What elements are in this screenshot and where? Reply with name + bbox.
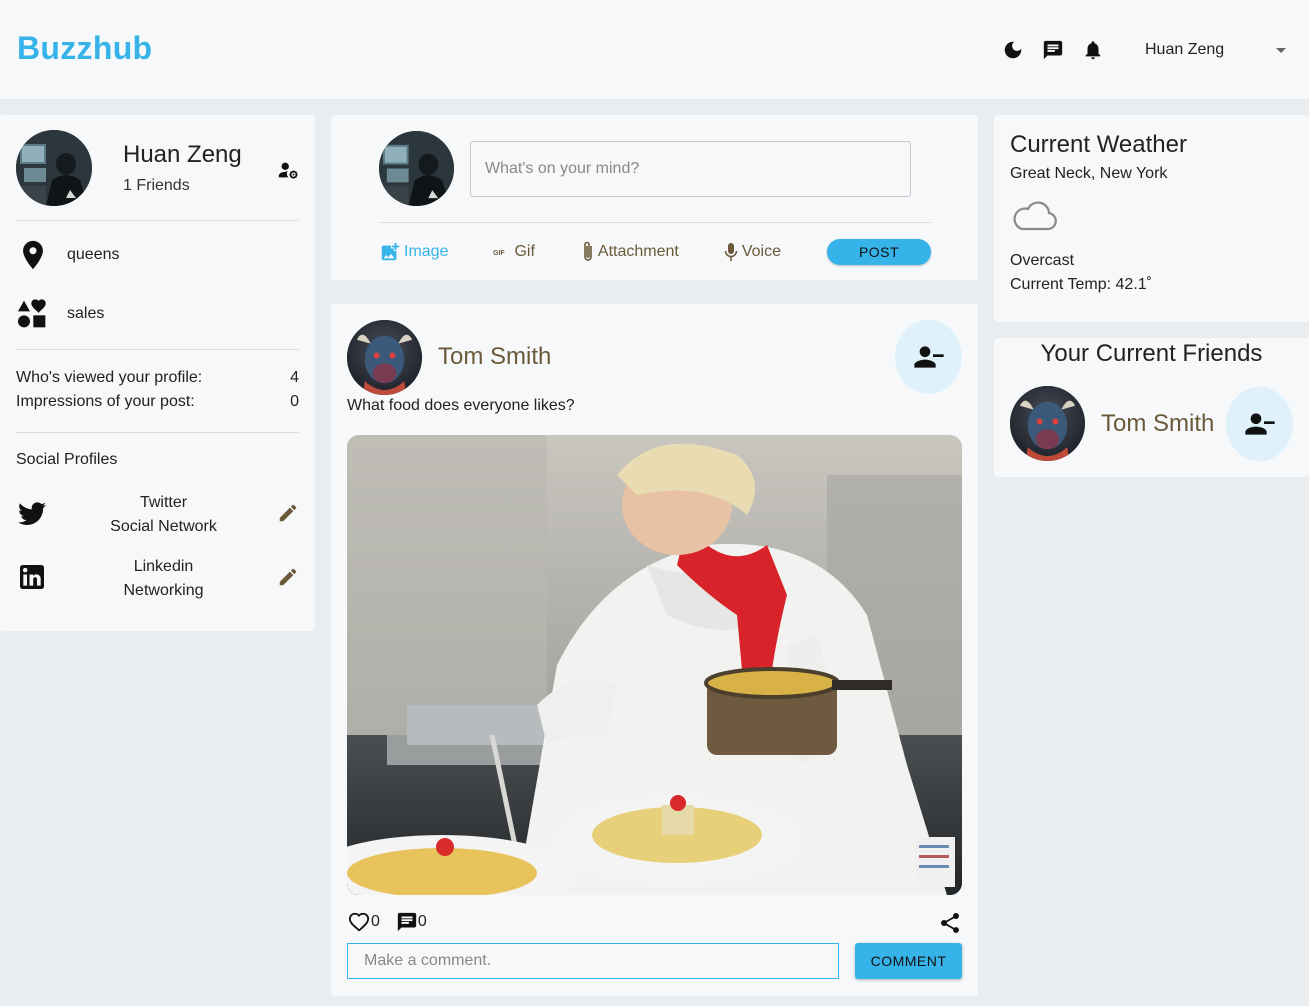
app-logo[interactable]: Buzzhub — [17, 30, 152, 67]
profile-header: Huan Zeng 1 Friends — [16, 115, 299, 221]
stat-profile-views: Who's viewed your profile: 4 — [16, 366, 299, 390]
compose-card: What's on your mind? Image GIF Gif Attac… — [331, 115, 978, 280]
attachment-icon — [584, 241, 592, 261]
social-twitter-name: Twitter — [139, 494, 188, 511]
notifications-icon[interactable] — [1073, 30, 1113, 70]
like-count: 0 — [371, 913, 380, 930]
image-action[interactable]: Image — [379, 241, 448, 263]
profile-friend-count: 1 Friends — [123, 176, 190, 194]
profile-card: Huan Zeng 1 Friends queens sales Who's v… — [0, 115, 315, 631]
weather-location: Great Neck, New York — [1010, 165, 1168, 182]
profile-details: queens sales — [16, 221, 299, 343]
manage-accounts-icon[interactable] — [277, 159, 299, 186]
stat-impressions-value: 0 — [290, 393, 299, 410]
compose-divider — [379, 222, 931, 223]
user-select-name: Huan Zeng — [1145, 40, 1225, 58]
location-row: queens — [16, 225, 299, 284]
friend-remove-button[interactable] — [1226, 387, 1293, 461]
social-linkedin-row: Linkedin Networking — [16, 547, 299, 611]
post-card: Tom Smith What food does everyone likes? — [331, 304, 978, 996]
post-text: What food does everyone likes? — [347, 397, 575, 414]
friend-name[interactable]: Tom Smith — [1101, 410, 1214, 438]
gif-action-label: Gif — [514, 243, 535, 260]
comment-count-icon[interactable] — [396, 911, 418, 933]
comment-count: 0 — [417, 913, 427, 930]
edit-twitter-icon[interactable] — [277, 502, 299, 529]
svg-text:GIF: GIF — [493, 250, 505, 257]
comment-button[interactable]: COMMENT — [855, 943, 962, 979]
weather-details: Overcast Current Temp: 42.1˚ — [1010, 249, 1293, 297]
dark-mode-icon[interactable] — [993, 30, 1033, 70]
social-linkedin-desc: Networking — [123, 582, 204, 599]
profile-info: Huan Zeng 1 Friends — [123, 141, 242, 195]
stat-impressions-label: Impressions of your post: — [16, 393, 195, 410]
social-twitter-row: Twitter Social Network — [16, 483, 299, 547]
social-linkedin-name: Linkedin — [133, 558, 194, 575]
voice-action-label: Voice — [741, 243, 781, 260]
dropdown-arrow-icon — [1276, 47, 1286, 53]
weather-condition: Overcast — [1010, 252, 1075, 269]
compose-input[interactable]: What's on your mind? — [470, 141, 911, 197]
linkedin-icon[interactable] — [16, 561, 50, 598]
occupation-text: sales — [67, 304, 105, 322]
compose-placeholder: What's on your mind? — [485, 160, 640, 177]
top-actions: Huan Zeng — [993, 0, 1309, 99]
remove-friend-button[interactable] — [895, 320, 962, 394]
category-icon — [16, 298, 67, 330]
mic-icon — [724, 243, 738, 261]
edit-linkedin-icon[interactable] — [277, 566, 299, 593]
weather-title: Current Weather — [1010, 131, 1187, 158]
stat-profile-views-label: Who's viewed your profile: — [16, 369, 203, 386]
comment-input[interactable]: Make a comment. — [347, 943, 839, 979]
post-button[interactable]: POST — [827, 239, 931, 265]
profile-stats: Who's viewed your profile: 4 Impressions… — [16, 349, 299, 433]
profile-avatar[interactable] — [16, 129, 92, 206]
compose-avatar[interactable] — [379, 131, 454, 206]
occupation-row: sales — [16, 284, 299, 343]
person-remove-icon — [913, 346, 944, 368]
comment-placeholder: Make a comment. — [364, 952, 492, 969]
social-twitter-text: Twitter Social Network — [50, 491, 277, 539]
location-text: queens — [67, 245, 120, 263]
post-image[interactable] — [347, 435, 962, 895]
friends-title: Your Current Friends — [1040, 340, 1263, 367]
image-action-label: Image — [404, 243, 449, 260]
weather-temp: Current Temp: 42.1˚ — [1010, 276, 1152, 293]
person-remove-icon — [1244, 413, 1275, 435]
add-image-icon — [381, 242, 400, 261]
stat-profile-views-value: 4 — [290, 369, 299, 386]
post-author-avatar[interactable] — [347, 320, 422, 395]
like-heart-icon[interactable] — [347, 911, 371, 933]
attachment-action-label: Attachment — [597, 243, 679, 260]
compose-actions: Image GIF Gif Attachment Voice POST — [379, 239, 931, 265]
top-app-bar: Buzzhub Huan Zeng — [0, 0, 1309, 99]
share-icon[interactable] — [938, 911, 962, 940]
post-reactions: 0 0 — [347, 911, 427, 933]
attachment-action[interactable]: Attachment — [581, 240, 679, 264]
location-pin-icon — [16, 238, 67, 272]
gif-icon: GIF — [493, 250, 505, 257]
chat-icon[interactable] — [1033, 30, 1073, 70]
profile-name: Huan Zeng — [123, 140, 242, 168]
stat-impressions: Impressions of your post: 0 — [16, 390, 299, 414]
post-author-name[interactable]: Tom Smith — [438, 343, 551, 371]
social-linkedin-text: Linkedin Networking — [50, 555, 277, 603]
gif-action[interactable]: GIF Gif — [493, 243, 534, 261]
social-twitter-desc: Social Network — [110, 518, 217, 535]
friends-card: Your Current Friends Tom Smith — [994, 338, 1309, 477]
voice-action[interactable]: Voice — [723, 241, 781, 263]
user-select[interactable]: Huan Zeng — [1145, 41, 1309, 59]
weather-card: Current Weather Great Neck, New York Ove… — [994, 115, 1309, 322]
social-profiles-title: Social Profiles — [16, 451, 118, 468]
twitter-icon[interactable] — [16, 497, 50, 534]
friend-avatar[interactable] — [1010, 386, 1085, 461]
cloud-icon — [1010, 197, 1293, 237]
